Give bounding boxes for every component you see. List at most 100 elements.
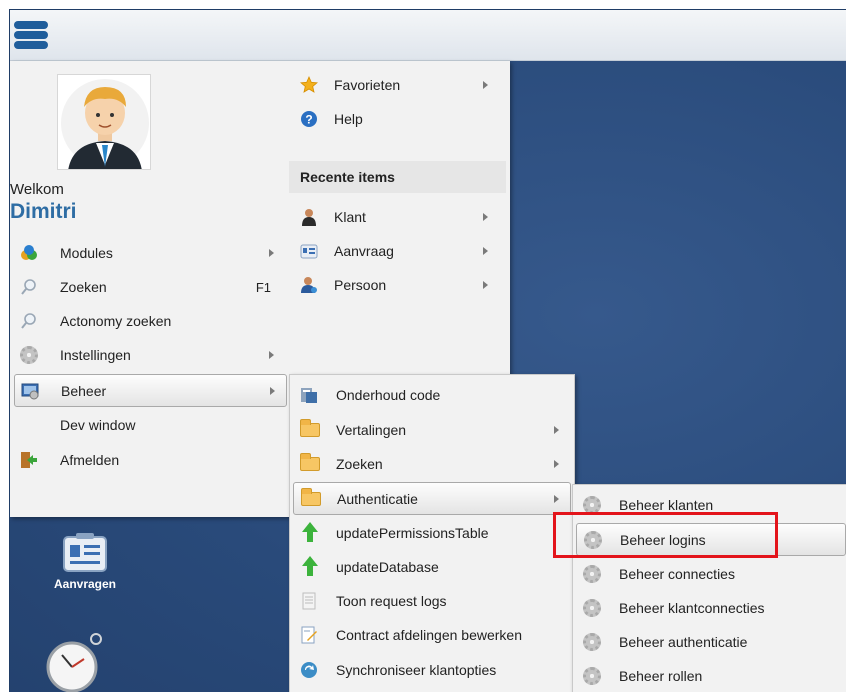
edit-icon xyxy=(301,626,317,644)
beheer-submenu: Onderhoud code Vertalingen Zoeken Authen… xyxy=(289,374,575,692)
submenu-arrow-icon xyxy=(483,81,488,89)
menu-item-label: Instellingen xyxy=(60,347,131,363)
menu-item-label: Beheer xyxy=(61,382,107,399)
up-arrow-icon xyxy=(302,522,318,542)
submenu-item-beheer-rollen[interactable]: Beheer rollen xyxy=(573,660,846,692)
menu-item-label: Contract afdelingen bewerken xyxy=(336,627,523,643)
gear-icon xyxy=(583,667,601,685)
menu-item-label: Modules xyxy=(60,245,113,261)
menu-item-label: Aanvraag xyxy=(334,243,394,259)
submenu-item-beheer-authenticatie[interactable]: Beheer authenticatie xyxy=(573,626,846,658)
gear-icon xyxy=(583,599,601,617)
request-form-icon xyxy=(300,244,318,259)
menu-item-label: Favorieten xyxy=(334,77,401,93)
submenu-arrow-icon xyxy=(554,426,559,434)
shortcut-label: F1 xyxy=(255,279,271,295)
star-icon xyxy=(300,76,318,93)
submenu-item-authenticatie[interactable]: Authenticatie xyxy=(293,482,571,515)
submenu-item-beheer-connecties[interactable]: Beheer connecties xyxy=(573,558,846,590)
menu-item-label: Help xyxy=(334,111,363,127)
recent-item-klant[interactable]: Klant xyxy=(287,201,510,233)
menu-item-label: Zoeken xyxy=(336,456,383,472)
submenu-arrow-icon xyxy=(269,351,274,359)
menu-item-label: Beheer klanten xyxy=(619,497,714,513)
document-icon xyxy=(302,592,316,610)
menu-item-label: Zoeken xyxy=(60,279,107,295)
menu-item-label: Dev window xyxy=(60,417,136,433)
menu-item-afmelden[interactable]: Afmelden xyxy=(10,444,287,476)
menu-item-label: Beheer rollen xyxy=(619,668,703,684)
hamburger-menu-icon[interactable] xyxy=(14,18,48,52)
menu-item-label: Beheer authenticatie xyxy=(619,634,748,650)
desktop-shortcut-aanvragen[interactable]: Aanvragen xyxy=(50,531,120,591)
code-icon xyxy=(301,388,317,403)
gear-icon xyxy=(583,633,601,651)
submenu-arrow-icon xyxy=(483,213,488,221)
search-icon xyxy=(21,313,36,329)
menu-item-label: Klant xyxy=(334,209,366,225)
authenticatie-submenu: Beheer klanten Beheer logins Beheer conn… xyxy=(572,484,846,692)
submenu-arrow-icon xyxy=(483,247,488,255)
menu-item-label: Toon request logs xyxy=(336,593,447,609)
application-window: Aanvragen Welkom Dimitri Modules Zoeken … xyxy=(9,9,846,692)
submenu-arrow-icon xyxy=(554,460,559,468)
recent-item-persoon[interactable]: Persoon xyxy=(287,269,510,301)
desktop-shortcut-clock[interactable] xyxy=(44,629,104,692)
folder-icon xyxy=(300,453,320,471)
submenu-arrow-icon xyxy=(269,249,274,257)
help-icon: ? xyxy=(301,111,317,127)
gear-icon xyxy=(583,496,601,514)
recent-item-aanvraag[interactable]: Aanvraag xyxy=(287,235,510,267)
submenu-item-vertalingen[interactable]: Vertalingen xyxy=(290,414,574,446)
menu-item-label: Beheer logins xyxy=(620,531,706,548)
search-icon xyxy=(21,279,36,295)
start-menu-left-column: Welkom Dimitri Modules Zoeken F1 Actonom… xyxy=(10,61,287,517)
folder-icon xyxy=(300,419,320,437)
menu-item-label: Beheer connecties xyxy=(619,566,735,582)
username-label: Dimitri xyxy=(10,200,77,223)
submenu-item-zoeken[interactable]: Zoeken xyxy=(290,448,574,480)
menu-item-label: updatePermissionsTable xyxy=(336,525,489,541)
request-form-icon xyxy=(63,533,107,572)
gear-icon xyxy=(583,565,601,583)
menu-item-help[interactable]: ? Help xyxy=(287,103,510,135)
user-avatar xyxy=(57,74,151,170)
menu-item-actonomy-zoeken[interactable]: Actonomy zoeken xyxy=(10,305,287,337)
person-icon xyxy=(302,209,316,226)
submenu-item-update-permissions-table[interactable]: updatePermissionsTable xyxy=(290,517,574,549)
submenu-arrow-icon xyxy=(554,494,559,503)
menu-item-label: Actonomy zoeken xyxy=(60,313,172,329)
clock-icon xyxy=(46,633,102,692)
menu-item-label: Beheer klantconnecties xyxy=(619,600,765,616)
submenu-arrow-icon xyxy=(483,281,488,289)
submenu-item-toon-request-logs[interactable]: Toon request logs xyxy=(290,585,574,617)
top-bar xyxy=(10,10,846,61)
menu-item-beheer[interactable]: Beheer xyxy=(14,374,287,407)
menu-item-favorieten[interactable]: Favorieten xyxy=(287,69,510,101)
folder-icon xyxy=(301,488,321,506)
menu-item-label: Onderhoud code xyxy=(336,387,441,403)
desktop-shortcut-label: Aanvragen xyxy=(53,577,117,591)
svg-text:?: ? xyxy=(305,113,312,127)
submenu-item-beheer-logins[interactable]: Beheer logins xyxy=(576,523,846,556)
submenu-item-synchroniseer-klantopties[interactable]: Synchroniseer klantopties xyxy=(290,654,574,686)
logout-icon xyxy=(21,452,37,468)
submenu-item-beheer-klantconnecties[interactable]: Beheer klantconnecties xyxy=(573,592,846,624)
menu-item-instellingen[interactable]: Instellingen xyxy=(10,339,287,371)
submenu-item-contract-afdelingen-bewerken[interactable]: Contract afdelingen bewerken xyxy=(290,619,574,651)
gear-icon xyxy=(20,346,38,364)
menu-item-zoeken[interactable]: Zoeken F1 xyxy=(10,271,287,303)
sync-icon xyxy=(301,662,317,678)
recent-items-header: Recente items xyxy=(289,161,506,193)
menu-item-label: updateDatabase xyxy=(336,559,439,575)
submenu-item-beheer-klanten[interactable]: Beheer klanten xyxy=(573,489,846,521)
menu-item-label: Authenticatie xyxy=(337,490,418,507)
menu-item-dev-window[interactable]: Dev window xyxy=(10,409,287,441)
menu-item-label: Vertalingen xyxy=(336,422,407,438)
menu-item-label: Synchroniseer klantopties xyxy=(336,662,497,678)
menu-item-modules[interactable]: Modules xyxy=(10,237,287,269)
welcome-label: Welkom xyxy=(10,181,64,198)
admin-icon xyxy=(21,383,39,400)
submenu-item-update-database[interactable]: updateDatabase xyxy=(290,551,574,583)
submenu-item-onderhoud-code[interactable]: Onderhoud code xyxy=(290,379,574,411)
